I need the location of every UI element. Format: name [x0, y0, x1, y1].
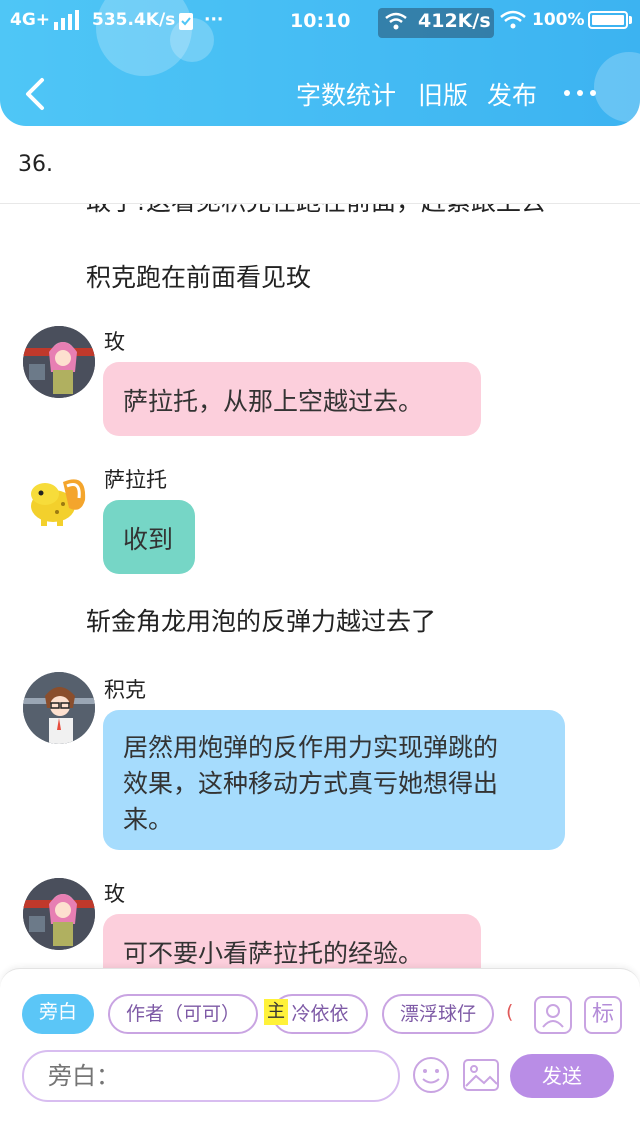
add-role-icon: [542, 1004, 564, 1028]
story-feed[interactable]: 敢于!这看见积克在跑在前面，赶紧跟上去 积克跑在前面看见玫 玫 萨拉托，从那上空…: [0, 204, 640, 968]
character-name: 玫: [104, 330, 125, 354]
more-dots-icon: [564, 90, 570, 96]
status-bar: 4G+ 535.4K/s ··· 10:10 412K/s 100%: [0, 8, 640, 38]
chapter-title: 36.: [18, 152, 53, 177]
role-chip-piaofuqiuzai[interactable]: 漂浮球仔: [382, 994, 494, 1034]
tag-button[interactable]: 标: [584, 996, 622, 1034]
role-chip-narrator[interactable]: 旁白: [22, 994, 94, 1034]
character-avatar-image: [23, 464, 95, 536]
signal-icon: [54, 10, 79, 30]
publish-button[interactable]: 发布: [487, 76, 537, 112]
old-version-button[interactable]: 旧版: [418, 76, 468, 112]
message-bubble[interactable]: 可不要小看萨拉托的经验。: [103, 914, 481, 968]
character-name: 玫: [104, 882, 125, 906]
app-header: 4G+ 535.4K/s ··· 10:10 412K/s 100% 字数统计 …: [0, 0, 640, 126]
word-count-button[interactable]: 字数统计: [296, 76, 396, 112]
avatar[interactable]: [23, 326, 95, 398]
avatar[interactable]: [23, 878, 95, 950]
battery-percent: 100%: [532, 10, 585, 30]
character-name: 积克: [104, 678, 146, 702]
network-type: 4G+: [10, 10, 51, 30]
wifi-icon: [385, 12, 407, 30]
decor-bubble: [594, 52, 640, 122]
main-role-badge: 主: [264, 999, 288, 1025]
character-avatar-image: [23, 326, 95, 398]
avatar[interactable]: [23, 672, 95, 744]
more-dots-icon: [577, 90, 583, 96]
role-chip-more[interactable]: (: [506, 994, 520, 1034]
character-avatar-image: [23, 878, 95, 950]
add-role-button[interactable]: [534, 996, 572, 1034]
emoji-icon: [413, 1057, 449, 1093]
image-button[interactable]: [462, 1056, 500, 1094]
network-speed: 535.4K/s: [92, 10, 176, 30]
back-button[interactable]: [20, 74, 50, 114]
message-bubble[interactable]: 萨拉托，从那上空越过去。: [103, 362, 481, 436]
send-button[interactable]: 发送: [510, 1054, 614, 1098]
narration-line: 积克跑在前面看见玫: [86, 263, 312, 292]
more-status-icon: ···: [204, 10, 224, 30]
more-dots-icon: [590, 90, 596, 96]
message-input[interactable]: [22, 1050, 400, 1102]
battery-icon: [588, 11, 628, 29]
character-avatar-image: [23, 672, 95, 744]
chevron-left-icon: [26, 78, 44, 110]
message-line: 居然用炮弹的反作用力实现弹跳的: [123, 733, 499, 762]
avatar[interactable]: [23, 464, 95, 536]
clipboard-check-icon: [179, 13, 193, 30]
message-line: 来。: [123, 805, 174, 834]
clock: 10:10: [290, 10, 351, 32]
wifi-icon: [500, 10, 526, 29]
message-bubble[interactable]: 居然用炮弹的反作用力实现弹跳的 效果，这种移动方式真亏她想得出 来。: [103, 710, 565, 850]
character-name: 萨拉托: [104, 468, 167, 492]
role-chip-author[interactable]: 作者（可可）: [108, 994, 258, 1034]
emoji-button[interactable]: [412, 1056, 450, 1094]
narration-line: 敢于!这看见积克在跑在前面，赶紧跟上去: [86, 204, 546, 218]
more-button[interactable]: [560, 76, 600, 106]
battery-tip: [629, 16, 632, 24]
narration-line: 斩金角龙用泡的反弹力越过去了: [86, 607, 437, 636]
overlay-speed: 412K/s: [418, 10, 491, 32]
tag-icon: 标: [591, 1002, 614, 1027]
message-bubble[interactable]: 收到: [103, 500, 195, 574]
message-line: 效果，这种移动方式真亏她想得出: [123, 769, 499, 798]
image-icon: [463, 1059, 499, 1091]
